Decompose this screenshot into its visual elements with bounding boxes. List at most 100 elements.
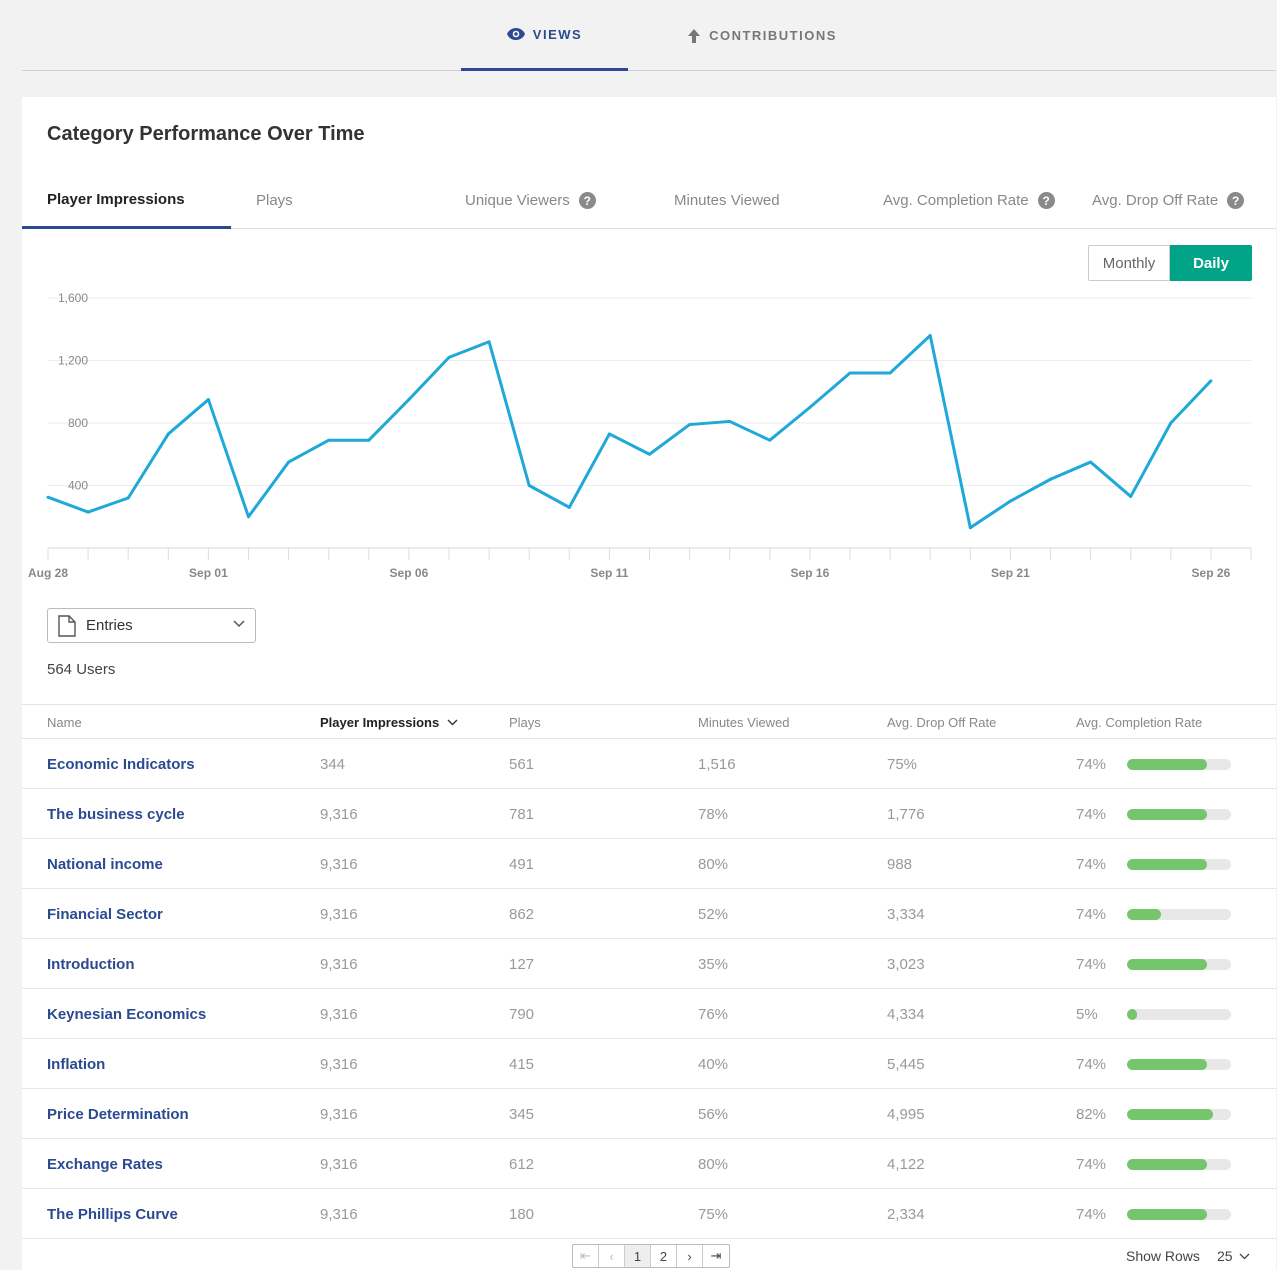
row-minutes-viewed: 80% xyxy=(698,855,729,873)
column-header-minutes-viewed[interactable]: Minutes Viewed xyxy=(698,705,790,740)
help-icon[interactable]: ? xyxy=(1227,192,1245,209)
tab-avg-drop-off-rate[interactable]: Avg. Drop Off Rate ? xyxy=(1092,172,1245,229)
card-title: Category Performance Over Time xyxy=(47,123,365,145)
row-name[interactable]: The Phillips Curve xyxy=(47,1189,178,1239)
daily-button[interactable]: Daily xyxy=(1170,245,1252,281)
column-header-name[interactable]: Name xyxy=(47,705,82,740)
data-point xyxy=(648,452,651,456)
row-name[interactable]: The business cycle xyxy=(47,789,185,839)
data-point xyxy=(808,405,812,409)
row-name[interactable]: Price Determination xyxy=(47,1089,189,1139)
x-tick-label: Sep 01 xyxy=(189,566,228,580)
tab-avg-completion-rate-label: Avg. Completion Rate xyxy=(883,192,1029,209)
completion-progress-bar xyxy=(1127,1209,1231,1220)
tab-player-impressions[interactable]: Player Impressions xyxy=(22,172,231,229)
tab-plays[interactable]: Plays xyxy=(256,172,293,229)
completion-progress-bar xyxy=(1127,959,1231,970)
row-name[interactable]: Financial Sector xyxy=(47,889,163,939)
completion-progress-bar xyxy=(1127,1059,1231,1070)
column-header-player-impressions[interactable]: Player Impressions xyxy=(320,705,458,740)
row-plays: 781 xyxy=(509,805,535,823)
data-point xyxy=(688,423,692,427)
y-tick-label: 800 xyxy=(68,416,88,430)
tab-minutes-viewed[interactable]: Minutes Viewed xyxy=(674,172,780,229)
column-header-plays[interactable]: Plays xyxy=(509,705,541,740)
row-avg-drop-off-rate: 2,334 xyxy=(887,1205,925,1223)
series-line xyxy=(47,334,1212,530)
row-name[interactable]: Economic Indicators xyxy=(47,739,195,789)
tab-contributions[interactable]: CONTRIBUTIONS xyxy=(662,0,862,71)
prev-page-button[interactable]: ‹ xyxy=(599,1245,625,1267)
row-player-impressions: 9,316 xyxy=(320,1155,358,1173)
tab-unique-viewers-label: Unique Viewers xyxy=(465,192,570,209)
row-player-impressions: 9,316 xyxy=(320,955,358,973)
data-point xyxy=(367,438,371,442)
data-point xyxy=(407,398,411,402)
table-row: The business cycle 9,316 781 78% 1,776 74% xyxy=(22,789,1276,839)
row-player-impressions: 9,316 xyxy=(320,1105,358,1123)
tab-player-impressions-label: Player Impressions xyxy=(47,190,185,208)
row-name[interactable]: Keynesian Economics xyxy=(47,989,206,1039)
tab-avg-drop-off-rate-label: Avg. Drop Off Rate xyxy=(1092,192,1219,209)
row-minutes-viewed: 40% xyxy=(698,1055,729,1073)
tab-contributions-label: CONTRIBUTIONS xyxy=(709,28,837,43)
page-button-1[interactable]: 1 xyxy=(625,1245,651,1267)
row-plays: 345 xyxy=(509,1105,535,1123)
x-tick-label: Sep 21 xyxy=(991,566,1030,580)
table-row: Financial Sector 9,316 862 52% 3,334 74% xyxy=(22,889,1276,939)
eye-icon xyxy=(506,28,525,40)
x-tick-label: Aug 28 xyxy=(28,566,68,580)
row-avg-drop-off-rate: 988 xyxy=(887,855,913,873)
sort-desc-icon xyxy=(447,719,458,726)
row-minutes-viewed: 78% xyxy=(698,805,729,823)
column-header-avg-completion-rate[interactable]: Avg. Completion Rate xyxy=(1076,705,1202,740)
tab-views-label: VIEWS xyxy=(532,26,583,42)
row-avg-drop-off-rate: 75% xyxy=(887,755,918,773)
row-player-impressions: 9,316 xyxy=(320,805,358,823)
row-minutes-viewed: 80% xyxy=(698,1155,729,1173)
data-point xyxy=(848,371,852,375)
row-avg-completion-rate: 74% xyxy=(1076,755,1107,773)
data-point xyxy=(728,419,732,423)
users-count: 564 Users xyxy=(47,661,116,678)
y-tick-label: 400 xyxy=(68,479,88,493)
page-button-2[interactable]: 2 xyxy=(651,1245,677,1267)
row-name[interactable]: Inflation xyxy=(47,1039,105,1089)
show-rows-label: Show Rows xyxy=(1126,1248,1200,1264)
entries-select[interactable]: Entries xyxy=(47,608,256,643)
completion-progress-fill xyxy=(1127,1059,1208,1070)
row-avg-completion-rate: 74% xyxy=(1076,1055,1107,1073)
tab-minutes-viewed-label: Minutes Viewed xyxy=(674,192,780,209)
row-name[interactable]: Exchange Rates xyxy=(47,1139,163,1189)
column-header-avg-drop-off-rate[interactable]: Avg. Drop Off Rate xyxy=(887,705,996,740)
completion-progress-bar xyxy=(1127,759,1231,770)
data-point xyxy=(46,495,50,499)
tab-views[interactable]: VIEWS xyxy=(461,0,628,71)
tab-unique-viewers[interactable]: Unique Viewers ? xyxy=(465,172,596,229)
table-row: Inflation 9,316 415 40% 5,445 74% xyxy=(22,1039,1276,1089)
row-player-impressions: 9,316 xyxy=(320,1055,358,1073)
performance-card: Category Performance Over Time Player Im… xyxy=(22,97,1276,1270)
line-chart: 400 800 1,200 1,600 Aug 28 Sep 01 Sep 06 Sep 11… xyxy=(28,291,1252,580)
show-rows-select[interactable]: 25 xyxy=(1217,1248,1250,1264)
first-page-button[interactable]: ⇤ xyxy=(573,1245,599,1267)
data-point xyxy=(888,371,892,375)
tab-avg-completion-rate[interactable]: Avg. Completion Rate ? xyxy=(883,172,1055,229)
row-name[interactable]: Introduction xyxy=(47,939,134,989)
last-page-button[interactable]: ⇥ xyxy=(703,1245,729,1267)
row-player-impressions: 344 xyxy=(320,755,346,773)
table-row: Keynesian Economics 9,316 790 76% 4,334 5% xyxy=(22,989,1276,1039)
next-page-button[interactable]: › xyxy=(677,1245,703,1267)
completion-progress-fill xyxy=(1127,1109,1214,1120)
data-point xyxy=(206,398,210,402)
monthly-button[interactable]: Monthly xyxy=(1088,245,1170,281)
row-avg-drop-off-rate: 4,122 xyxy=(887,1155,925,1173)
row-name[interactable]: National income xyxy=(47,839,163,889)
x-tick-label: Sep 06 xyxy=(390,566,429,580)
arrow-up-icon xyxy=(687,28,701,43)
help-icon[interactable]: ? xyxy=(1037,192,1055,209)
data-point xyxy=(527,484,531,487)
data-point xyxy=(126,496,130,500)
help-icon[interactable]: ? xyxy=(578,192,596,209)
tab-plays-label: Plays xyxy=(256,192,293,209)
